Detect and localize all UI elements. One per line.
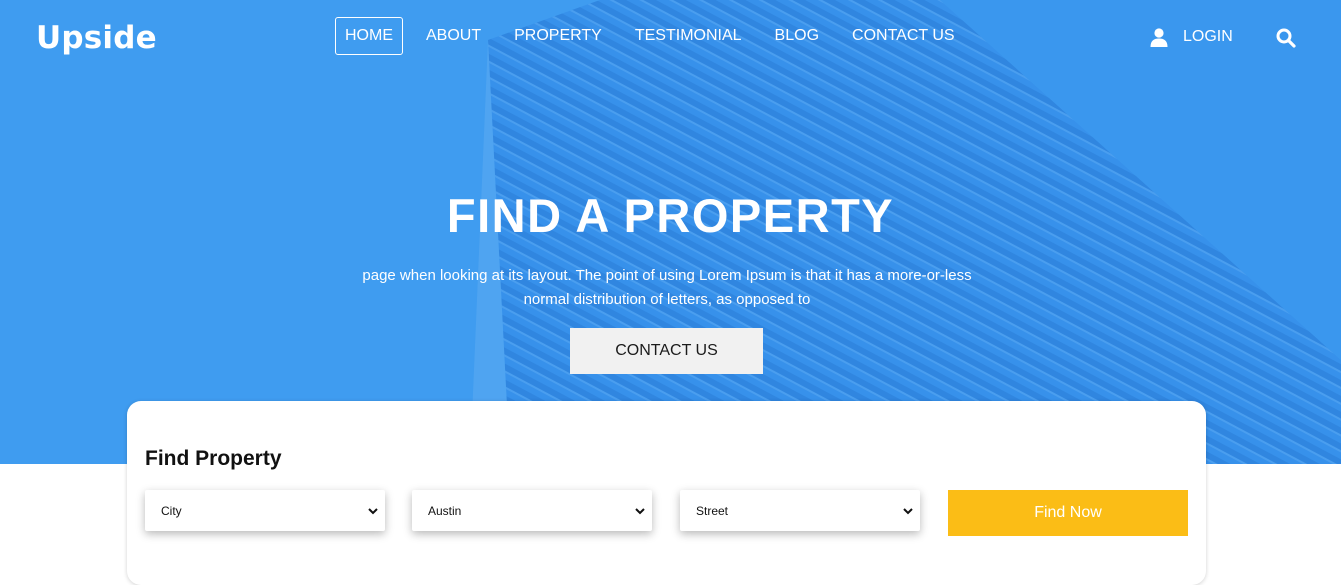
hero-title: FIND A PROPERTY <box>446 189 895 242</box>
user-icon <box>1150 28 1168 47</box>
nav-item-property[interactable]: PROPERTY <box>504 17 612 55</box>
login-label: LOGIN <box>1183 28 1233 45</box>
search-icon[interactable] <box>1275 27 1297 49</box>
city-select[interactable]: City <box>145 490 385 531</box>
chevron-down-icon <box>903 508 913 515</box>
find-now-button[interactable]: Find Now <box>948 490 1188 536</box>
hero-description: page when looking at its layout. The poi… <box>362 267 972 308</box>
nav-item-home[interactable]: HOME <box>335 17 403 55</box>
nav-item-contact[interactable]: CONTACT US <box>842 17 965 55</box>
brand-logo[interactable]: Upside <box>36 20 157 56</box>
hero-banner: Upside HOME ABOUT PROPERTY TESTIMONIAL B… <box>0 0 1341 464</box>
street-select[interactable]: Street <box>680 490 920 531</box>
main-nav: HOME ABOUT PROPERTY TESTIMONIAL BLOG CON… <box>335 17 978 55</box>
nav-item-about[interactable]: ABOUT <box>416 17 491 55</box>
nav-item-testimonial[interactable]: TESTIMONIAL <box>625 17 752 55</box>
find-property-panel: Find Property City Austin Street Find No… <box>127 401 1206 585</box>
find-property-title: Find Property <box>145 447 282 470</box>
chevron-down-icon <box>635 508 645 515</box>
street-select-value: Street <box>696 503 729 518</box>
login-link[interactable]: LOGIN <box>1150 27 1233 47</box>
area-select[interactable]: Austin <box>412 490 652 531</box>
contact-us-button[interactable]: CONTACT US <box>570 328 763 374</box>
city-select-value: City <box>161 503 182 518</box>
area-select-value: Austin <box>428 503 462 518</box>
nav-item-blog[interactable]: BLOG <box>765 17 829 55</box>
chevron-down-icon <box>368 508 378 515</box>
